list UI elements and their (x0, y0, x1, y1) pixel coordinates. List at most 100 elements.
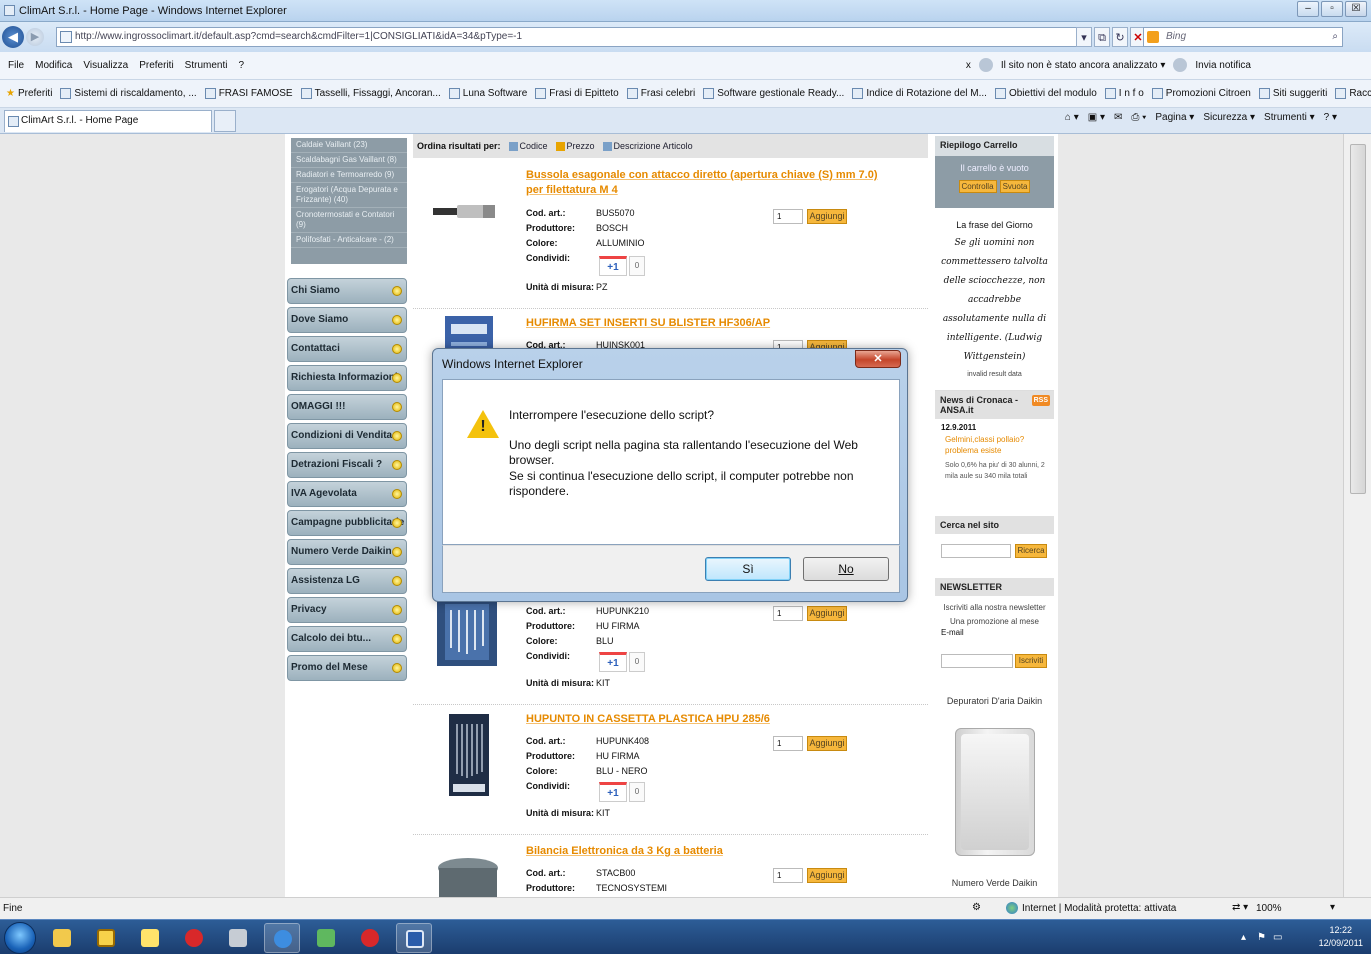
numero-verde[interactable]: Numero Verde Daikin (935, 878, 1054, 888)
sort-descrizione[interactable]: Descrizione Articolo (602, 141, 693, 151)
fav-item[interactable]: Tasselli, Fissaggi, Ancoran... (300, 88, 441, 99)
refresh-icon[interactable]: ↻ (1112, 27, 1128, 47)
taskbar-app[interactable] (88, 923, 124, 953)
sort-codice[interactable]: Codice (508, 141, 548, 151)
fav-item[interactable]: Raccolta Web Slice (1335, 88, 1371, 99)
scroll-thumb[interactable] (1350, 144, 1366, 494)
taskbar-word[interactable] (396, 923, 432, 953)
fav-item[interactable]: Luna Software (448, 88, 527, 99)
nav-assistenza-lg[interactable]: Assistenza LG (287, 568, 407, 594)
product-name[interactable]: HUFIRMA SET INSERTI SU BLISTER HF306/AP (526, 316, 886, 331)
search-input[interactable]: Bing ⌕ (1143, 27, 1343, 47)
taskbar-app[interactable] (308, 923, 344, 953)
print-icon[interactable]: ⎙ ▾ (1131, 112, 1146, 123)
favorites-button[interactable]: ★ Preferiti (6, 88, 52, 99)
newsletter-button[interactable]: Iscriviti (1015, 654, 1047, 668)
site-search-input[interactable] (941, 544, 1011, 558)
cart-check-button[interactable]: Controlla (958, 180, 997, 193)
back-button[interactable]: ◀ (2, 26, 24, 48)
add-to-cart-button[interactable]: Aggiungi (807, 736, 847, 751)
cmd-sicurezza[interactable]: Sicurezza ▾ (1203, 112, 1255, 123)
nav-chi-siamo[interactable]: Chi Siamo (287, 278, 407, 304)
quantity-input[interactable]: 1 (773, 868, 803, 883)
start-button[interactable] (4, 922, 36, 954)
cmd-pagina[interactable]: Pagina ▾ (1155, 112, 1194, 123)
help-icon[interactable]: ? ▾ (1324, 112, 1337, 123)
email-input[interactable] (941, 654, 1013, 668)
nav-condizioni-vendita[interactable]: Condizioni di Vendita (287, 423, 407, 449)
maximize-button[interactable]: ▫ (1321, 1, 1343, 17)
nav-privacy[interactable]: Privacy (287, 597, 407, 623)
fav-item[interactable]: I n f o (1104, 88, 1144, 99)
flag-icon[interactable]: ⚑ (1257, 932, 1266, 943)
notify-link[interactable]: Invia notifica (1195, 60, 1251, 71)
fav-item[interactable]: Sistemi di riscaldamento, ... (60, 88, 197, 99)
fav-item[interactable]: Indice di Rotazione del M... (852, 88, 987, 99)
fav-item[interactable]: Frasi di Epitteto (535, 88, 619, 99)
zoom-dropdown-icon[interactable]: ▾ (1330, 902, 1335, 913)
taskbar-explorer[interactable] (44, 923, 80, 953)
compat-icon[interactable]: ⧉ (1094, 27, 1110, 47)
add-to-cart-button[interactable]: Aggiungi (807, 868, 847, 883)
nav-richiesta-informazioni[interactable]: Richiesta Informazioni (287, 365, 407, 391)
taskbar-app[interactable] (352, 923, 388, 953)
home-icon[interactable]: ⌂ ▾ (1065, 112, 1079, 123)
dropdown-icon[interactable]: ▾ (1076, 27, 1092, 47)
plus-one-button[interactable]: +1 (599, 782, 627, 802)
site-status[interactable]: Il sito non è stato ancora analizzato ▾ (1001, 60, 1166, 71)
quantity-input[interactable]: 1 (773, 209, 803, 224)
product-name[interactable]: Bilancia Elettronica da 3 Kg a batteria (526, 844, 886, 859)
nav-calcolo-btu[interactable]: Calcolo dei btu... (287, 626, 407, 652)
fav-item[interactable]: Software gestionale Ready... (703, 88, 844, 99)
product-image[interactable] (433, 202, 497, 222)
menu-preferiti[interactable]: Preferiti (139, 60, 173, 71)
minimize-button[interactable]: – (1297, 1, 1319, 17)
vertical-scrollbar[interactable] (1343, 134, 1371, 897)
nav-promo-mese[interactable]: Promo del Mese (287, 655, 407, 681)
taskbar-ie[interactable] (264, 923, 300, 953)
dialog-close-button[interactable]: ✕ (855, 350, 901, 368)
site-search-button[interactable]: Ricerca (1015, 544, 1047, 558)
category-item[interactable]: Radiatori e Termoarredo (9) (291, 168, 407, 183)
zoom-level[interactable]: 100% (1256, 903, 1282, 914)
clock[interactable]: 12:22 12/09/2011 (1319, 924, 1363, 950)
network-tray-icon[interactable]: ▭ (1273, 932, 1282, 943)
new-tab-button[interactable] (214, 110, 236, 132)
cart-empty-button[interactable]: Svuota (999, 180, 1031, 193)
add-to-cart-button[interactable]: Aggiungi (807, 606, 847, 621)
taskbar-app[interactable] (220, 923, 256, 953)
tray-arrow-icon[interactable]: ▴ (1241, 932, 1246, 943)
fav-item[interactable]: Siti suggeriti (1258, 88, 1327, 99)
sort-prezzo[interactable]: Prezzo (555, 141, 595, 151)
rss-icon[interactable]: RSS (1031, 395, 1050, 406)
search-icon[interactable]: ⌕ (1332, 28, 1338, 46)
tab-home[interactable]: ClimArt S.r.l. - Home Page (4, 110, 212, 132)
product-name[interactable]: Bussola esagonale con attacco diretto (a… (526, 168, 886, 198)
category-item[interactable]: Scaldabagni Gas Vaillant (8) (291, 153, 407, 168)
fav-item[interactable]: Frasi celebri (626, 88, 695, 99)
category-item[interactable]: Cronotermostati e Contatori (9) (291, 208, 407, 233)
category-item[interactable]: Erogatori (Acqua Depurata e Frizzante) (… (291, 183, 407, 208)
news-link[interactable]: Gelmini,classi pollaio? problema esiste (945, 434, 1054, 456)
product-image[interactable] (449, 714, 513, 796)
filter-icon[interactable] (978, 58, 993, 72)
addon-icon[interactable]: ⚙ (972, 902, 981, 913)
no-button[interactable]: No (803, 557, 889, 581)
nav-iva-agevolata[interactable]: IVA Agevolata (287, 481, 407, 507)
nav-campagne-pubblicitarie[interactable]: Campagne pubblicitarie (287, 510, 407, 536)
menu-strumenti[interactable]: Strumenti (185, 60, 228, 71)
nav-dove-siamo[interactable]: Dove Siamo (287, 307, 407, 333)
cmd-strumenti[interactable]: Strumenti ▾ (1264, 112, 1315, 123)
quantity-input[interactable]: 1 (773, 736, 803, 751)
product-image[interactable] (437, 598, 501, 666)
taskbar-app[interactable] (176, 923, 212, 953)
menu-help[interactable]: ? (238, 60, 244, 71)
forward-button[interactable]: ▶ (26, 28, 44, 46)
menu-visualizza[interactable]: Visualizza (83, 60, 128, 71)
nav-numero-verde-daikin[interactable]: Numero Verde Daikin (287, 539, 407, 565)
fav-item[interactable]: FRASI FAMOSE (204, 88, 293, 99)
product-image[interactable] (437, 852, 501, 897)
category-item[interactable]: Polifosfati - Anticalcare - (2) (291, 233, 407, 248)
protected-mode-icon[interactable]: ⇄ ▾ (1232, 902, 1248, 913)
taskbar-app[interactable] (132, 923, 168, 953)
